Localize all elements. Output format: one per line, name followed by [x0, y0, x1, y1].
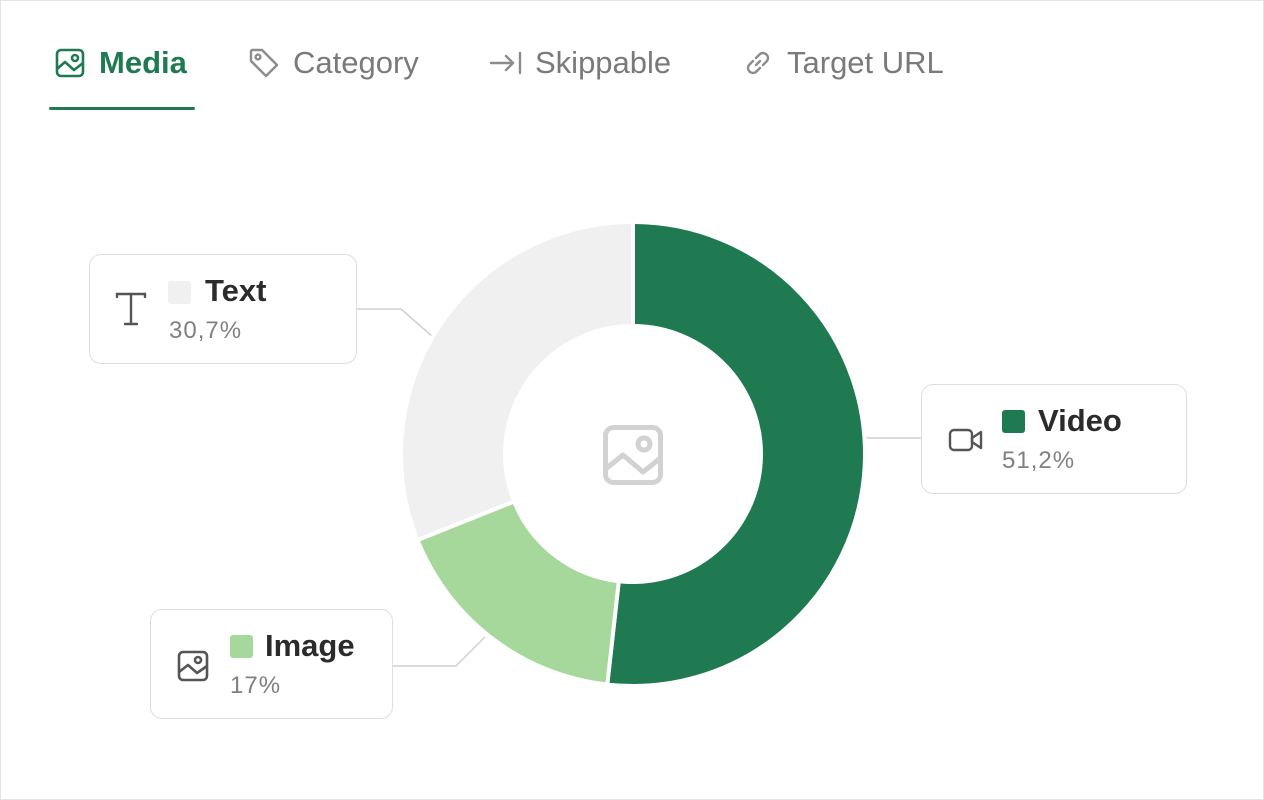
callout-text: Text 30,7%	[89, 254, 357, 364]
leader-image	[393, 636, 486, 667]
center-image-icon	[603, 425, 663, 485]
leader-text	[357, 308, 434, 338]
legend-swatch-image	[230, 635, 253, 658]
donut-slice-video[interactable]	[605, 220, 867, 688]
legend-swatch-video	[1002, 410, 1025, 433]
legend-label-text: Text	[205, 273, 267, 308]
legend-value-video: 51,2%	[1002, 447, 1076, 474]
media-breakdown-card: Media Category Skippable Target URL Text…	[0, 0, 1264, 800]
legend-value-image: 17%	[230, 672, 282, 699]
callout-video: Video 51,2%	[921, 384, 1187, 494]
text-t-icon	[114, 291, 148, 332]
legend-value-text: 30,7%	[169, 317, 243, 344]
image-icon	[177, 650, 209, 687]
donut-slice-text[interactable]	[399, 220, 635, 542]
callout-image: Image 17%	[150, 609, 393, 719]
legend-label-video: Video	[1038, 403, 1122, 438]
donut-slices	[399, 220, 867, 688]
video-camera-icon	[948, 425, 984, 460]
legend-label-image: Image	[265, 628, 355, 663]
legend-swatch-text	[168, 281, 191, 304]
